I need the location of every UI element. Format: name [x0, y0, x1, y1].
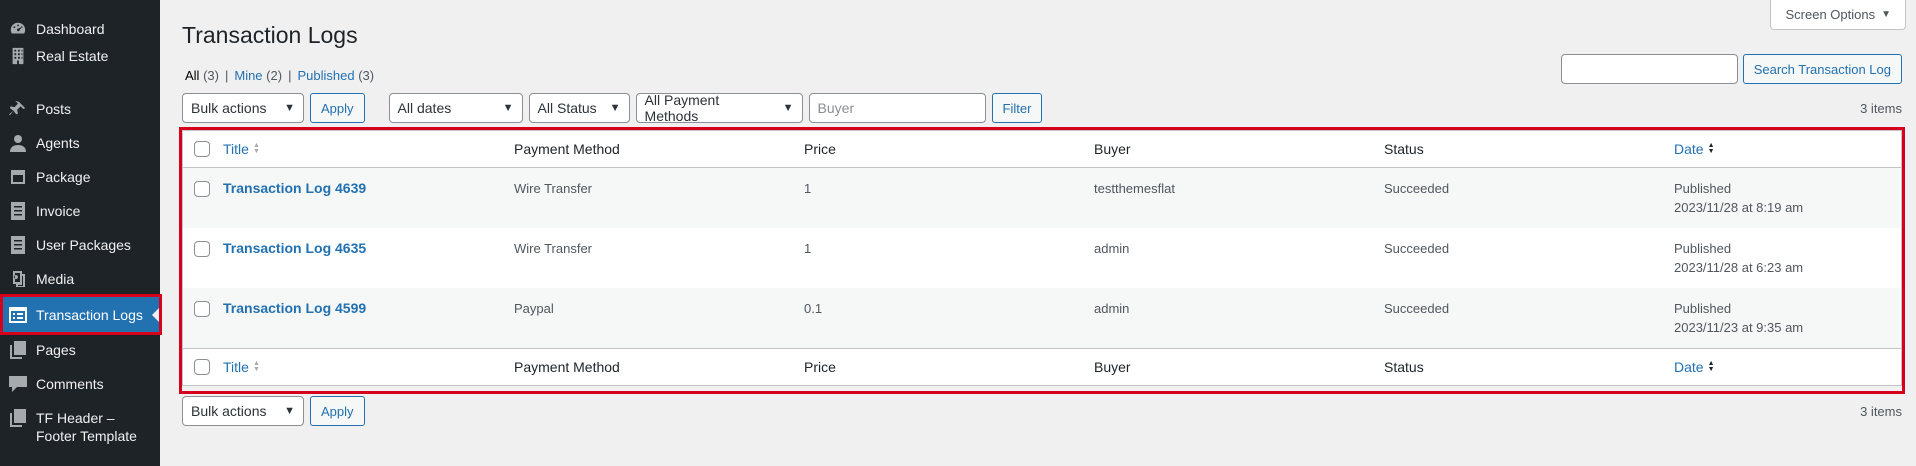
screen-options-label: Screen Options — [1785, 7, 1876, 22]
chevron-down-icon: ▼ — [284, 102, 295, 114]
sidebar-item-label: User Packages — [36, 237, 131, 253]
dates-select[interactable]: All dates ▼ — [388, 93, 523, 123]
payment-methods-value: All Payment Methods — [644, 92, 720, 124]
search-box: Search Transaction Log — [1560, 54, 1902, 84]
chevron-down-icon: ▼ — [782, 102, 794, 114]
items-count-top: 3 items — [1860, 101, 1902, 116]
document-icon — [8, 235, 28, 255]
filter-all-link[interactable]: All — [185, 68, 199, 83]
sidebar-item-package[interactable]: Package — [0, 167, 160, 187]
sidebar-item-user-packages[interactable]: User Packages — [0, 235, 160, 255]
caret-down-icon: ▼ — [1881, 9, 1891, 20]
status-value: All Status — [537, 100, 597, 116]
filter-mine-count: (2) — [266, 68, 283, 83]
search-button[interactable]: Search Transaction Log — [1742, 54, 1902, 84]
sidebar-item-label: Agents — [36, 135, 80, 151]
filter-mine-link[interactable]: Mine — [234, 68, 262, 83]
sidebar-item-label: Posts — [36, 101, 72, 117]
document-icon — [8, 201, 28, 221]
filter-published-count: (3) — [358, 68, 375, 83]
sidebar-item-dashboard[interactable]: Dashboard — [0, 19, 160, 39]
building-icon — [8, 46, 28, 66]
sidebar-item-agents[interactable]: Agents — [0, 133, 160, 153]
buyer-input[interactable]: Buyer — [808, 93, 986, 123]
sidebar-item-label: Invoice — [36, 203, 81, 219]
search-input[interactable] — [1560, 54, 1738, 84]
dates-value: All dates — [397, 100, 452, 116]
filter-published-link[interactable]: Published — [297, 68, 354, 83]
bulk-actions-value: Bulk actions — [191, 100, 267, 116]
items-count-bottom: 3 items — [1860, 404, 1902, 419]
sidebar-item-posts[interactable]: Posts — [0, 99, 160, 119]
box-icon — [8, 167, 28, 187]
user-icon — [8, 133, 28, 153]
sidebar-item-media[interactable]: Media — [0, 269, 160, 289]
sidebar-item-pages[interactable]: Pages — [0, 340, 160, 360]
tablenav-top: Bulk actions ▼ Apply All dates ▼ All Sta… — [182, 92, 1043, 124]
sidebar-item-label: Dashboard — [36, 21, 105, 37]
filter-all-count: (3) — [203, 68, 219, 83]
filter-separator: | — [288, 68, 292, 83]
apply-button-bottom[interactable]: Apply — [310, 396, 365, 426]
chevron-down-icon: ▼ — [502, 102, 514, 114]
sidebar-item-label: Media — [36, 271, 75, 287]
sidebar-item-tf-header-footer[interactable]: TF Header – Footer Template — [0, 408, 160, 445]
sidebar-item-comments[interactable]: Comments — [0, 374, 160, 394]
status-select[interactable]: All Status ▼ — [528, 93, 630, 123]
screen-options-button[interactable]: Screen Options ▼ — [1770, 0, 1906, 30]
media-icon — [8, 269, 28, 289]
payment-methods-select[interactable]: All Payment Methods ▼ — [635, 92, 803, 124]
pages-icon — [8, 340, 28, 360]
sidebar-item-real-estate[interactable]: Real Estate — [0, 46, 160, 66]
sidebar-item-label: Comments — [36, 376, 104, 392]
table-highlight-box — [179, 127, 1905, 394]
buyer-placeholder: Buyer — [817, 100, 855, 116]
filter-button[interactable]: Filter — [991, 93, 1043, 123]
sidebar-item-label: Pages — [36, 342, 76, 358]
tablenav-bottom: Bulk actions ▼ Apply — [182, 396, 365, 426]
status-filter-links: All (3) | Mine (2) | Published (3) — [185, 68, 374, 83]
bulk-actions-select[interactable]: Bulk actions ▼ — [182, 93, 304, 123]
sidebar-highlight-box — [0, 294, 162, 335]
admin-sidebar: Dashboard Real Estate Posts Agents Packa… — [0, 0, 160, 466]
main-content: Screen Options ▼ Transaction Logs All (3… — [160, 0, 1916, 466]
bulk-actions-select-bottom[interactable]: Bulk actions ▼ — [182, 396, 304, 426]
sidebar-item-label: Package — [36, 169, 91, 185]
sidebar-item-label: Real Estate — [36, 48, 109, 64]
dashboard-icon — [8, 19, 28, 39]
pages-icon — [8, 408, 28, 428]
sidebar-item-label: TF Header – Footer Template — [36, 410, 137, 444]
page-title: Transaction Logs — [182, 22, 358, 48]
chevron-down-icon: ▼ — [284, 405, 295, 417]
chevron-down-icon: ▼ — [609, 102, 621, 114]
bulk-actions-value: Bulk actions — [191, 403, 267, 419]
comment-icon — [8, 374, 28, 394]
sidebar-item-invoice[interactable]: Invoice — [0, 201, 160, 221]
pin-icon — [8, 99, 28, 119]
filter-separator: | — [224, 68, 229, 83]
apply-button[interactable]: Apply — [310, 93, 365, 123]
